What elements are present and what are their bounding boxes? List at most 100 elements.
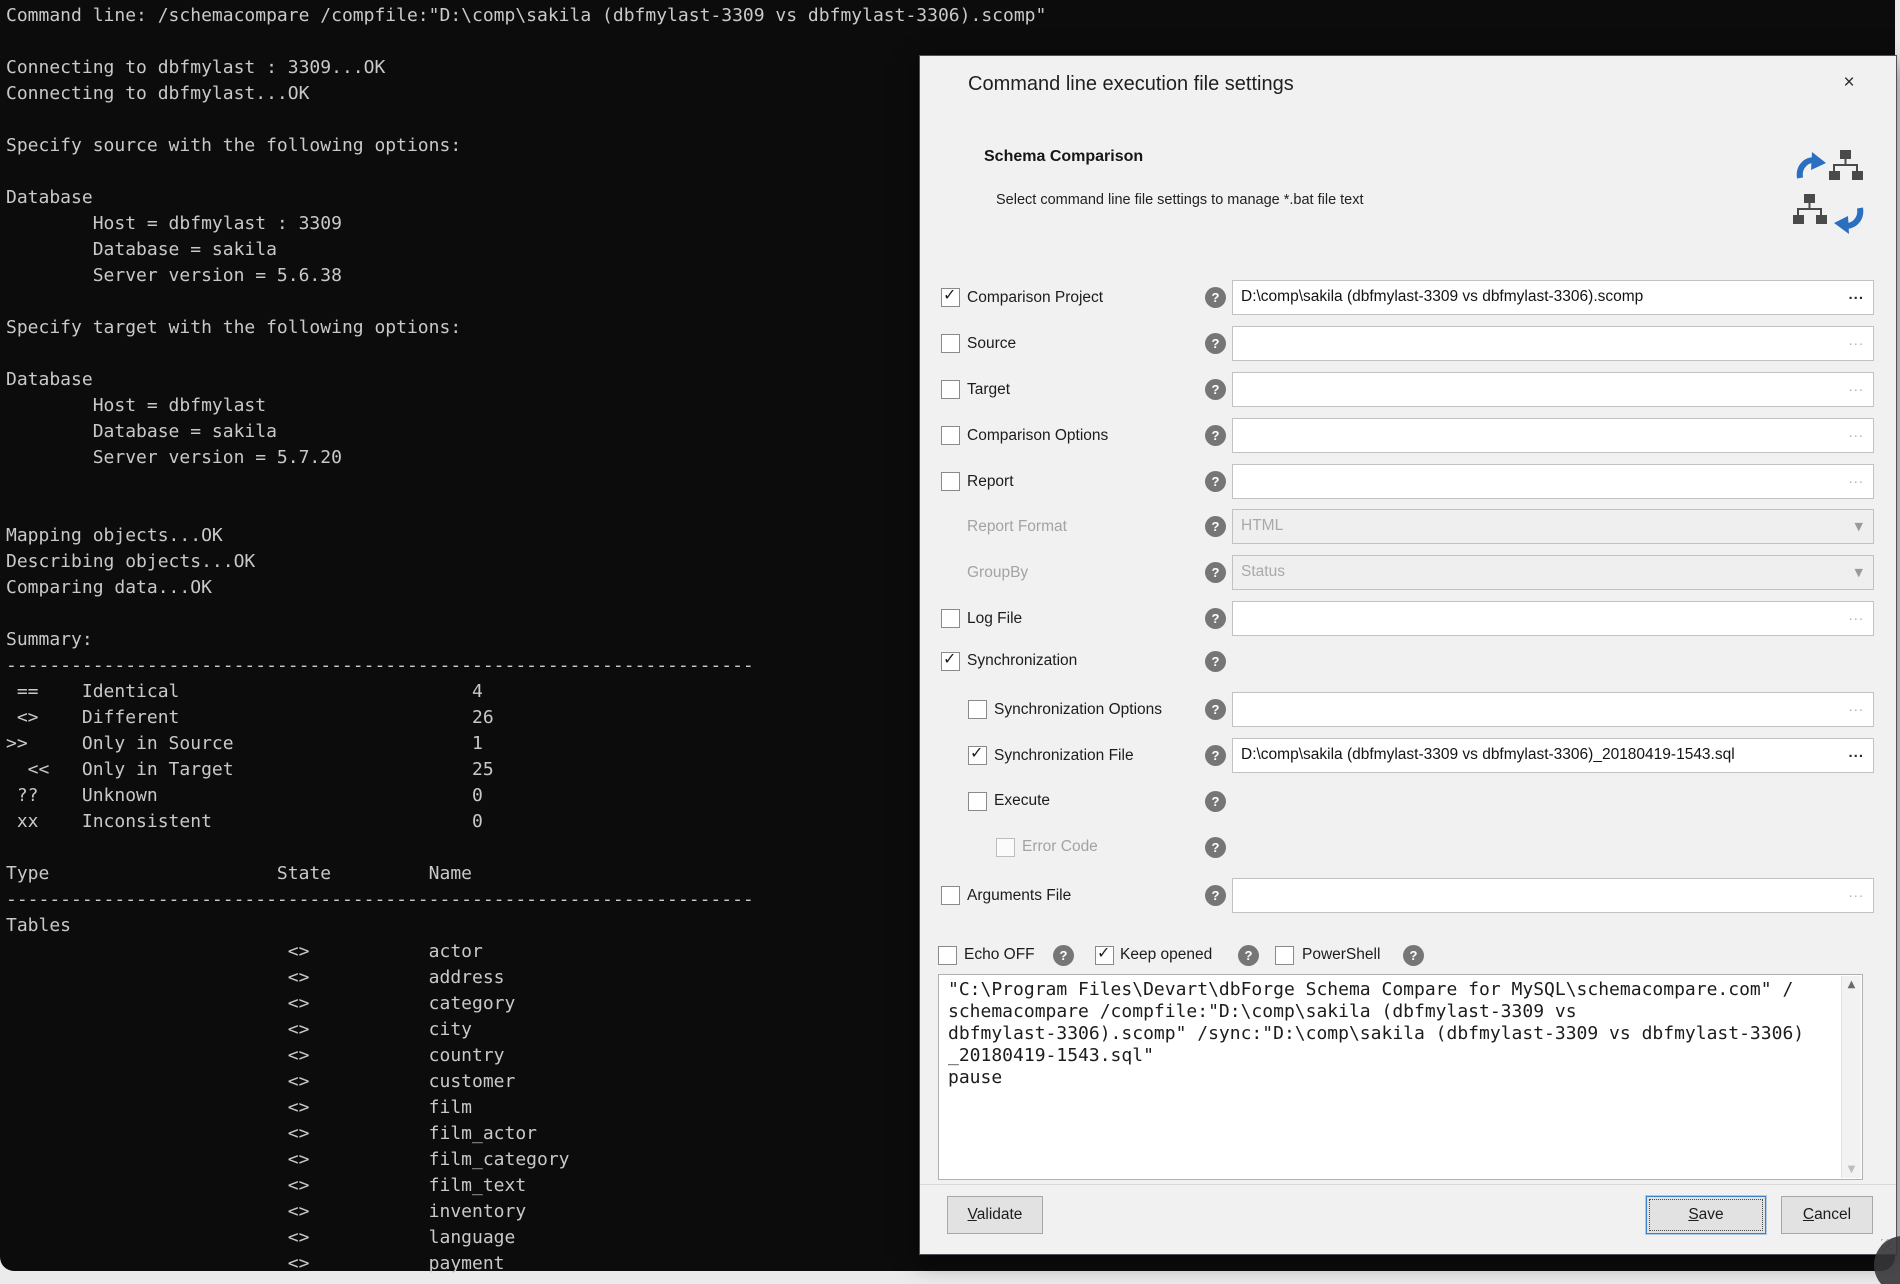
- arguments-file-label: Arguments File: [967, 878, 1071, 913]
- help-icon[interactable]: ?: [1053, 945, 1074, 966]
- browse-icon[interactable]: ...: [1848, 693, 1864, 720]
- scroll-down-icon[interactable]: ▼: [1842, 1164, 1861, 1175]
- row-synchronization: ✓ Synchronization ?: [920, 650, 1896, 674]
- browse-icon[interactable]: ...: [1848, 739, 1864, 766]
- error-code-label: Error Code: [1022, 836, 1098, 858]
- row-comparison-options: Comparison Options ? ...: [920, 418, 1896, 453]
- browse-icon[interactable]: ...: [1848, 281, 1864, 308]
- log-file-label: Log File: [967, 601, 1022, 636]
- error-code-checkbox: [996, 838, 1015, 857]
- check-icon: ✓: [943, 285, 956, 304]
- synchronization-file-checkbox[interactable]: ✓: [968, 746, 987, 765]
- row-comparison-project: ✓ Comparison Project ? D:\comp\sakila (d…: [920, 280, 1896, 315]
- comparison-project-label: Comparison Project: [967, 280, 1103, 315]
- browse-icon[interactable]: ...: [1848, 327, 1864, 354]
- dropdown-arrow-icon: ▼: [1855, 556, 1863, 589]
- report-label: Report: [967, 464, 1014, 499]
- report-checkbox[interactable]: [941, 472, 960, 491]
- keep-opened-label: Keep opened: [1120, 944, 1212, 966]
- help-icon[interactable]: ?: [1205, 745, 1226, 766]
- help-icon[interactable]: ?: [1205, 651, 1226, 672]
- check-icon: ✓: [1097, 943, 1110, 962]
- help-icon[interactable]: ?: [1205, 516, 1226, 537]
- execute-label: Execute: [994, 790, 1050, 812]
- help-icon[interactable]: ?: [1205, 471, 1226, 492]
- help-icon[interactable]: ?: [1205, 791, 1226, 812]
- save-button[interactable]: Save: [1646, 1196, 1766, 1234]
- comparison-options-field[interactable]: ...: [1232, 418, 1874, 453]
- keep-opened-checkbox[interactable]: ✓: [1095, 946, 1114, 965]
- browse-icon[interactable]: ...: [1848, 879, 1864, 906]
- arguments-file-checkbox[interactable]: [941, 886, 960, 905]
- browse-icon[interactable]: ...: [1848, 465, 1864, 492]
- synchronization-options-field[interactable]: ...: [1232, 692, 1874, 727]
- row-arguments-file: Arguments File ? ...: [920, 878, 1896, 913]
- help-icon[interactable]: ?: [1205, 425, 1226, 446]
- target-label: Target: [967, 372, 1010, 407]
- help-icon[interactable]: ?: [1205, 287, 1226, 308]
- dialog-title: Command line execution file settings: [968, 73, 1294, 96]
- source-checkbox[interactable]: [941, 334, 960, 353]
- target-field[interactable]: ...: [1232, 372, 1874, 407]
- close-button[interactable]: ×: [1836, 70, 1862, 96]
- scrollbar[interactable]: ▲ ▼: [1841, 976, 1861, 1178]
- schema-comparison-icon: [1792, 150, 1868, 238]
- help-icon[interactable]: ?: [1238, 945, 1259, 966]
- synchronization-options-label: Synchronization Options: [994, 692, 1162, 727]
- section-subtitle: Select command line file settings to man…: [996, 192, 1364, 208]
- browse-icon[interactable]: ...: [1848, 419, 1864, 446]
- row-report: Report ? ...: [920, 464, 1896, 499]
- browse-icon[interactable]: ...: [1848, 602, 1864, 629]
- scroll-up-icon[interactable]: ▲: [1842, 979, 1861, 990]
- comparison-project-field[interactable]: D:\comp\sakila (dbfmylast-3309 vs dbfmyl…: [1232, 280, 1874, 315]
- validate-button[interactable]: Validate: [947, 1196, 1043, 1234]
- comparison-options-label: Comparison Options: [967, 418, 1108, 453]
- row-echo-options: Echo OFF ? ✓ Keep opened ? PowerShell ?: [920, 944, 1896, 968]
- row-source: Source ? ...: [920, 326, 1896, 361]
- help-icon[interactable]: ?: [1205, 379, 1226, 400]
- screen: Command line: /schemacompare /compfile:"…: [0, 0, 1900, 1284]
- dropdown-arrow-icon: ▼: [1855, 510, 1863, 543]
- log-file-checkbox[interactable]: [941, 609, 960, 628]
- help-icon[interactable]: ?: [1205, 699, 1226, 720]
- echo-off-checkbox[interactable]: [938, 946, 957, 965]
- help-icon[interactable]: ?: [1205, 837, 1226, 858]
- cancel-button[interactable]: Cancel: [1781, 1196, 1873, 1234]
- bat-file-text: "C:\Program Files\Devart\dbForge Schema …: [939, 975, 1862, 1089]
- row-groupby: GroupBy ? Status ▼: [920, 555, 1896, 590]
- groupby-dropdown: Status ▼: [1232, 555, 1874, 590]
- check-icon: ✓: [970, 743, 983, 762]
- echo-off-label: Echo OFF: [964, 944, 1035, 966]
- help-icon[interactable]: ?: [1205, 885, 1226, 906]
- help-icon[interactable]: ?: [1205, 333, 1226, 354]
- browse-icon[interactable]: ...: [1848, 373, 1864, 400]
- help-icon[interactable]: ?: [1403, 945, 1424, 966]
- synchronization-file-field[interactable]: D:\comp\sakila (dbfmylast-3309 vs dbfmyl…: [1232, 738, 1874, 773]
- bat-file-text-area[interactable]: "C:\Program Files\Devart\dbForge Schema …: [938, 974, 1863, 1180]
- footer-divider: [920, 1184, 1896, 1185]
- execute-checkbox[interactable]: [968, 792, 987, 811]
- arguments-file-field[interactable]: ...: [1232, 878, 1874, 913]
- row-synchronization-file: ✓ Synchronization File ? D:\comp\sakila …: [920, 738, 1896, 773]
- log-file-field[interactable]: ...: [1232, 601, 1874, 636]
- report-field[interactable]: ...: [1232, 464, 1874, 499]
- target-checkbox[interactable]: [941, 380, 960, 399]
- powershell-checkbox[interactable]: [1275, 946, 1294, 965]
- synchronization-checkbox[interactable]: ✓: [941, 652, 960, 671]
- source-field[interactable]: ...: [1232, 326, 1874, 361]
- check-icon: ✓: [943, 649, 956, 668]
- row-report-format: Report Format ? HTML ▼: [920, 509, 1896, 544]
- groupby-label: GroupBy: [967, 555, 1028, 590]
- row-error-code: Error Code ?: [920, 836, 1896, 860]
- synchronization-options-checkbox[interactable]: [968, 700, 987, 719]
- help-icon[interactable]: ?: [1205, 608, 1226, 629]
- section-title: Schema Comparison: [984, 148, 1143, 166]
- close-icon: ×: [1843, 72, 1854, 93]
- command-line-settings-dialog: Command line execution file settings × S…: [919, 55, 1897, 1255]
- comparison-options-checkbox[interactable]: [941, 426, 960, 445]
- row-synchronization-options: Synchronization Options ? ...: [920, 692, 1896, 727]
- report-format-dropdown: HTML ▼: [1232, 509, 1874, 544]
- help-icon[interactable]: ?: [1205, 562, 1226, 583]
- comparison-project-checkbox[interactable]: ✓: [941, 288, 960, 307]
- report-format-label: Report Format: [967, 509, 1067, 544]
